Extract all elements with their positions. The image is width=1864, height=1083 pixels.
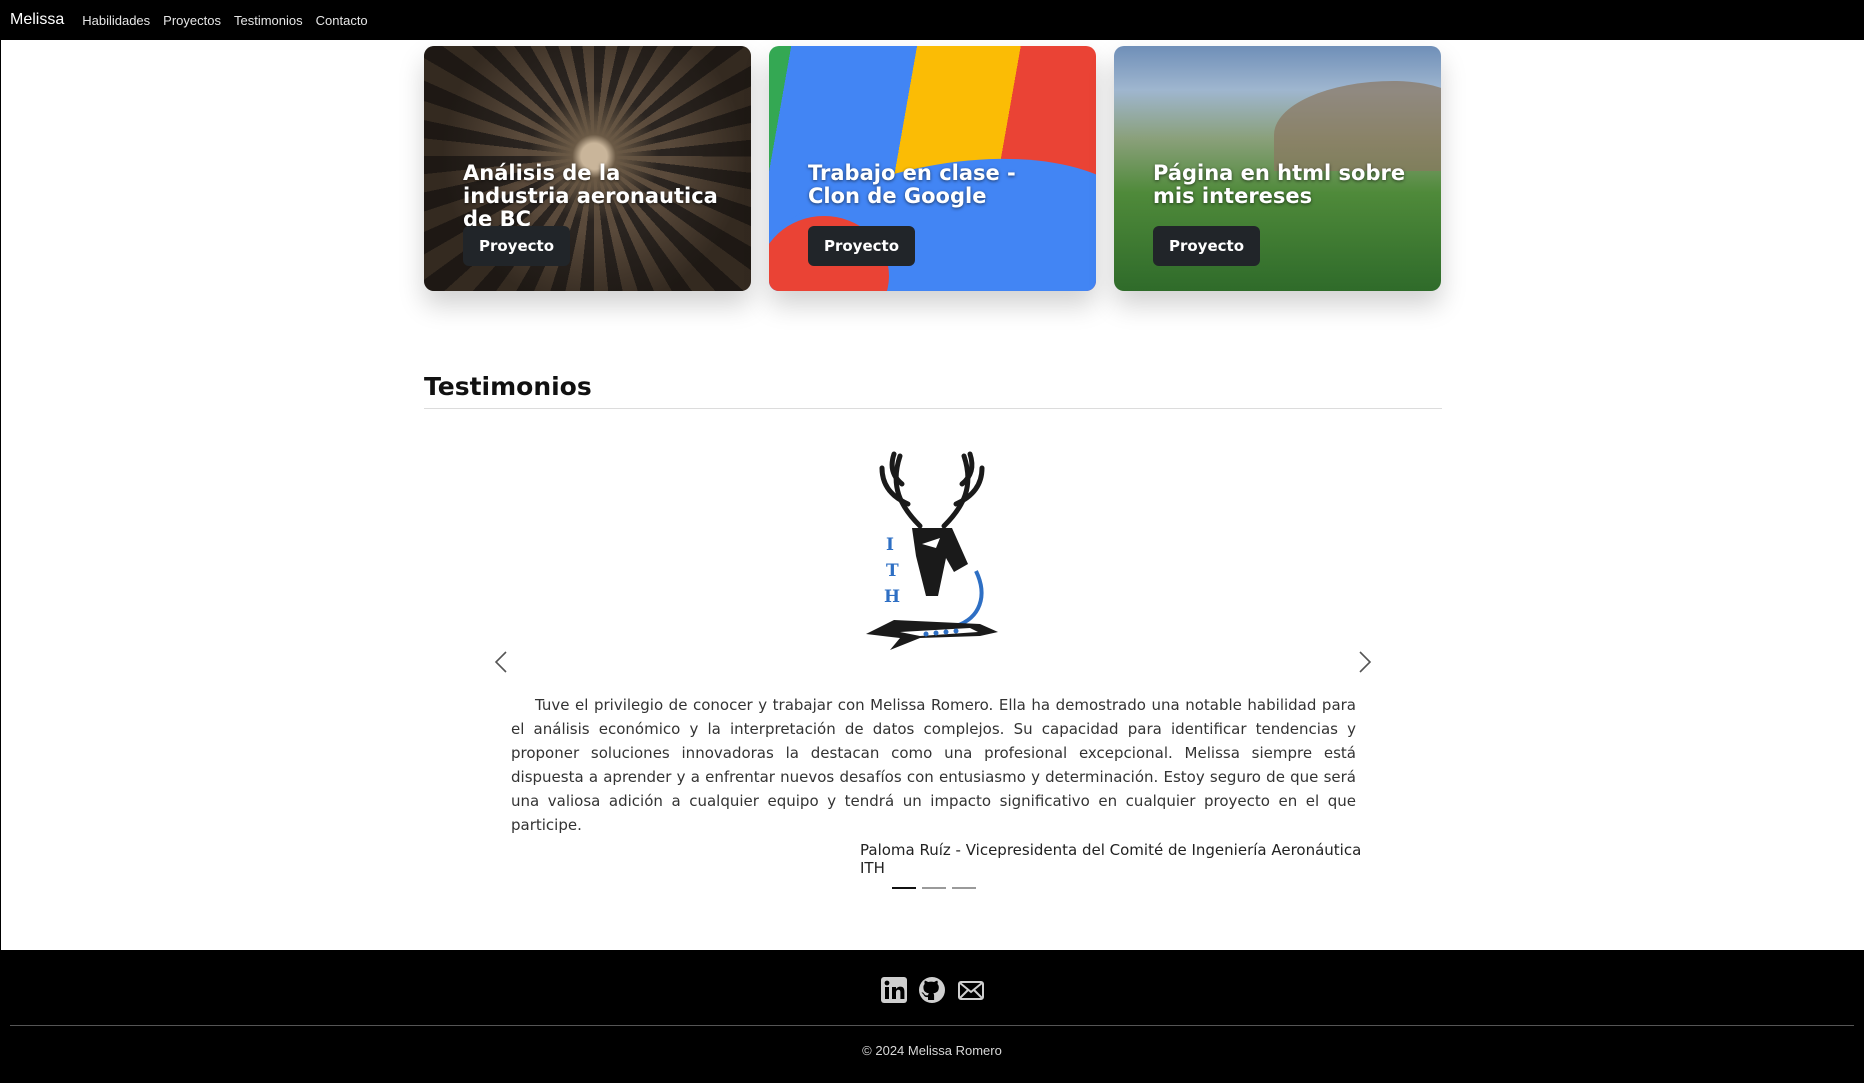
chevron-left-icon: [494, 650, 508, 679]
linkedin-icon: [880, 977, 908, 1008]
brand-link[interactable]: Melissa: [10, 11, 64, 29]
page-edge: [0, 40, 1, 950]
project-button[interactable]: Proyecto: [808, 226, 915, 266]
mail-icon: [957, 981, 985, 1008]
nav-link-testimonios[interactable]: Testimonios: [234, 13, 303, 28]
project-title: Página en html sobre mis intereses: [1153, 161, 1406, 208]
carousel-indicator[interactable]: [892, 887, 916, 889]
section-divider: [424, 408, 1442, 409]
testimonials-title: Testimonios: [424, 372, 592, 401]
svg-text:I: I: [886, 535, 894, 555]
nav-link-proyectos[interactable]: Proyectos: [163, 13, 221, 28]
github-link[interactable]: [918, 976, 946, 1004]
mail-link[interactable]: [957, 976, 985, 1004]
copyright-text: © 2024 Melissa Romero: [862, 1043, 1002, 1058]
nav-link-contacto[interactable]: Contacto: [316, 13, 368, 28]
chevron-right-icon: [1358, 650, 1372, 679]
project-card-aeronautica: Análisis de la industria aeronautica de …: [424, 46, 751, 291]
carousel-indicators: [892, 887, 976, 889]
nav-link-habilidades[interactable]: Habilidades: [82, 13, 150, 28]
carousel-next-button[interactable]: [1353, 650, 1377, 678]
project-card-google-clone: Trabajo en clase - Clon de Google Proyec…: [769, 46, 1096, 291]
testimonial-author: Paloma Ruíz - Vicepresidenta del Comité …: [860, 841, 1362, 877]
project-button[interactable]: Proyecto: [463, 226, 570, 266]
svg-text:H: H: [884, 587, 900, 607]
carousel-indicator[interactable]: [952, 887, 976, 889]
svg-text:T: T: [886, 561, 899, 581]
carousel-indicator[interactable]: [922, 887, 946, 889]
linkedin-link[interactable]: [880, 976, 908, 1004]
project-card-intereses: Página en html sobre mis intereses Proye…: [1114, 46, 1441, 291]
testimonial-quote: Tuve el privilegio de conocer y trabajar…: [511, 696, 1356, 834]
projects-section: Análisis de la industria aeronautica de …: [424, 46, 1442, 291]
ith-logo: I T H: [860, 446, 1004, 652]
footer-divider: [10, 1025, 1854, 1026]
navbar: Melissa Habilidades Proyectos Testimonio…: [0, 0, 1864, 40]
project-title: Trabajo en clase - Clon de Google: [808, 161, 1016, 208]
project-button[interactable]: Proyecto: [1153, 226, 1260, 266]
footer: [0, 950, 1864, 1083]
carousel-prev-button[interactable]: [489, 650, 513, 678]
github-icon: [918, 977, 946, 1008]
project-title: Análisis de la industria aeronautica de …: [463, 161, 718, 231]
